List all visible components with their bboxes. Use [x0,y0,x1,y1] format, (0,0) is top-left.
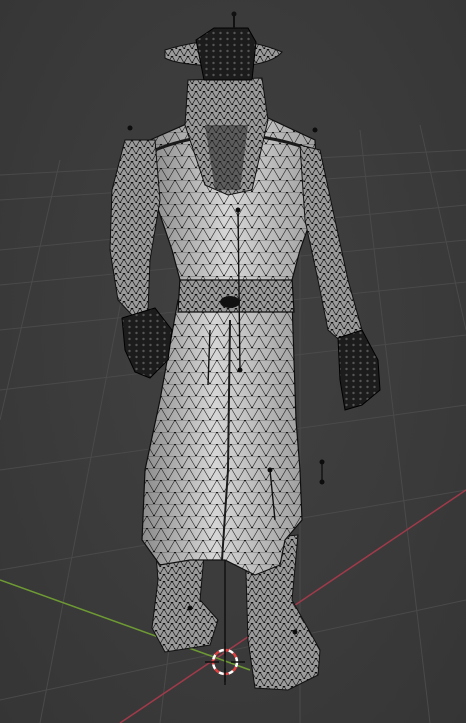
hat-crown[interactable] [195,27,257,81]
left-glove[interactable] [121,307,173,379]
belt-buckle [220,296,240,308]
belt[interactable] [177,277,295,313]
character-mesh[interactable] [109,11,381,691]
right-glove[interactable] [337,329,381,411]
viewport-canvas[interactable] [0,0,466,723]
left-arm[interactable] [109,139,161,316]
3d-viewport[interactable] [0,0,466,723]
right-arm[interactable] [299,144,363,346]
